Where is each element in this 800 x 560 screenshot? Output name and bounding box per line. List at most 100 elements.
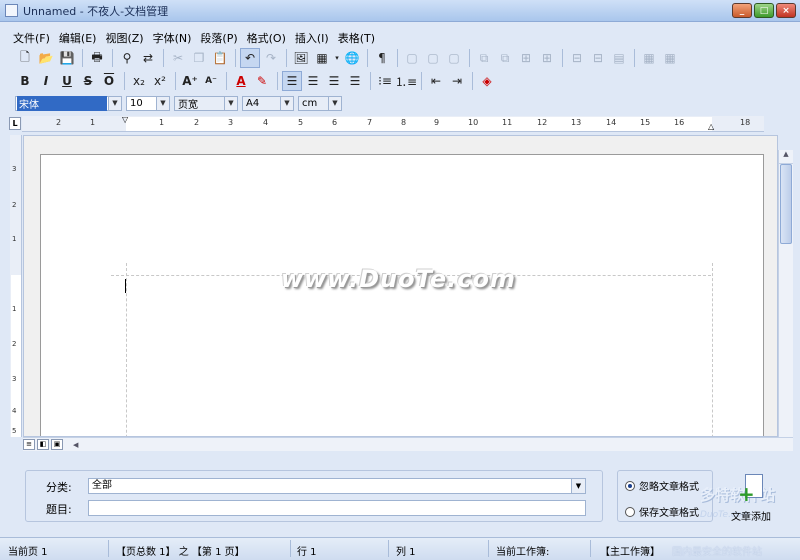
ruler-tick: 1 bbox=[90, 118, 96, 127]
paste-clipboard-icon[interactable]: 📋 bbox=[210, 48, 230, 68]
decrease-indent-icon[interactable]: ⇤ bbox=[426, 71, 446, 91]
vertical-scrollbar[interactable]: ▲ bbox=[778, 150, 793, 437]
minimize-button[interactable]: _ bbox=[732, 3, 752, 18]
align-justify-icon[interactable]: ☰ bbox=[345, 71, 365, 91]
save-disk-icon[interactable]: 💾 bbox=[57, 48, 77, 68]
overline-icon[interactable]: O bbox=[99, 71, 119, 91]
horizontal-scrollbar[interactable]: ≡ ◧ ▣ ◀ bbox=[23, 437, 793, 451]
table-split-icon[interactable]: ⧉ bbox=[495, 48, 515, 68]
document-page[interactable]: www.DuoTe.com bbox=[40, 154, 764, 436]
strikethrough-icon[interactable]: S bbox=[78, 71, 98, 91]
category-select[interactable]: 全部 ▼ bbox=[88, 478, 586, 494]
underline-icon[interactable]: U bbox=[57, 71, 77, 91]
menu-paragraph[interactable]: 段落(P) bbox=[200, 30, 237, 46]
menu-edit[interactable]: 编辑(E) bbox=[59, 30, 97, 46]
font-name-select[interactable]: 宋体 ▼ bbox=[15, 95, 122, 111]
normal-view-icon[interactable]: ≡ bbox=[23, 439, 35, 450]
numbered-list-icon[interactable]: ⒈≡ bbox=[395, 71, 417, 91]
app-icon bbox=[5, 4, 18, 17]
redo-icon[interactable]: ↷ bbox=[261, 48, 281, 68]
zoom-select[interactable]: 页宽 ▼ bbox=[174, 95, 238, 111]
table-properties-icon[interactable]: ▤ bbox=[609, 48, 629, 68]
category-label: 分类: bbox=[46, 481, 72, 494]
bold-icon[interactable]: B bbox=[15, 71, 35, 91]
grow-font-icon[interactable]: A⁺ bbox=[180, 71, 200, 91]
table-cell-icon[interactable]: ▢ bbox=[444, 48, 464, 68]
scroll-up-icon[interactable]: ▲ bbox=[779, 150, 793, 164]
highlight-pen-icon[interactable]: ✎ bbox=[252, 71, 272, 91]
document-area[interactable]: www.DuoTe.com bbox=[23, 135, 778, 437]
toolbar-separator bbox=[82, 49, 83, 67]
chevron-down-icon[interactable]: ▼ bbox=[328, 96, 341, 110]
paragraph-mark-icon[interactable]: ¶ bbox=[372, 48, 392, 68]
tab-stop-selector[interactable]: L bbox=[9, 117, 21, 130]
find-binoculars-icon[interactable]: ⚲ bbox=[117, 48, 137, 68]
right-indent-marker-icon[interactable]: △ bbox=[708, 122, 714, 131]
chevron-down-icon[interactable]: ▼ bbox=[108, 96, 121, 110]
table-cell-icon[interactable]: ▢ bbox=[402, 48, 422, 68]
menu-view[interactable]: 视图(Z) bbox=[105, 30, 143, 46]
font-size-select[interactable]: 10 ▼ bbox=[126, 95, 170, 111]
table-cell-icon[interactable]: ▢ bbox=[423, 48, 443, 68]
superscript-icon[interactable]: x² bbox=[150, 71, 170, 91]
print-icon[interactable]: 🖶 bbox=[87, 48, 107, 68]
title-input[interactable] bbox=[88, 500, 586, 516]
title-bar: Unnamed - 不夜人-文档管理 _ □ × bbox=[0, 0, 800, 22]
scroll-thumb[interactable] bbox=[780, 164, 792, 244]
menu-table[interactable]: 表格(T) bbox=[338, 30, 375, 46]
fill-color-bucket-icon[interactable]: ◈ bbox=[477, 71, 497, 91]
save-format-option[interactable]: 保存文章格式 bbox=[625, 504, 699, 519]
subscript-icon[interactable]: x₂ bbox=[129, 71, 149, 91]
menu-insert[interactable]: 插入(I) bbox=[295, 30, 329, 46]
table-delete-col-icon[interactable]: ⊟ bbox=[588, 48, 608, 68]
chevron-down-icon[interactable]: ▼ bbox=[571, 479, 585, 493]
page-view-icon[interactable]: ▣ bbox=[51, 439, 63, 450]
undo-icon[interactable]: ↶ bbox=[240, 48, 260, 68]
table-dropdown-icon[interactable]: ▾ bbox=[333, 48, 341, 68]
table-grid-icon[interactable]: ▦ bbox=[639, 48, 659, 68]
font-size-value: 10 bbox=[130, 97, 143, 109]
open-folder-icon[interactable]: 📂 bbox=[36, 48, 56, 68]
insert-image-icon[interactable]: 🖼 bbox=[291, 48, 311, 68]
horizontal-ruler[interactable]: 2 1 1 2 3 4 5 6 7 8 9 10 11 12 13 14 15 … bbox=[22, 115, 764, 132]
cut-scissors-icon[interactable]: ✂ bbox=[168, 48, 188, 68]
ignore-format-option[interactable]: 忽略文章格式 bbox=[625, 478, 699, 493]
indent-marker-icon[interactable]: ▽ bbox=[122, 115, 128, 124]
menu-file[interactable]: 文件(F) bbox=[13, 30, 50, 46]
align-left-icon[interactable]: ☰ bbox=[282, 71, 302, 91]
italic-icon[interactable]: I bbox=[36, 71, 56, 91]
table-insert-col-icon[interactable]: ⊞ bbox=[537, 48, 557, 68]
shrink-font-icon[interactable]: A⁻ bbox=[201, 71, 221, 91]
chevron-down-icon[interactable]: ▼ bbox=[280, 96, 293, 110]
vertical-ruler[interactable]: 3 2 1 1 2 3 4 5 bbox=[10, 135, 22, 437]
maximize-button[interactable]: □ bbox=[754, 3, 774, 18]
replace-icon[interactable]: ⇄ bbox=[138, 48, 158, 68]
web-view-icon[interactable]: ◧ bbox=[37, 439, 49, 450]
close-button[interactable]: × bbox=[776, 3, 796, 18]
insert-hyperlink-globe-icon[interactable]: 🌐 bbox=[342, 48, 362, 68]
insert-table-icon[interactable]: ▦ bbox=[312, 48, 332, 68]
chevron-down-icon[interactable]: ▼ bbox=[156, 96, 169, 110]
menu-font[interactable]: 字体(N) bbox=[153, 30, 192, 46]
unit-select[interactable]: cm ▼ bbox=[298, 95, 342, 111]
align-center-icon[interactable]: ☰ bbox=[303, 71, 323, 91]
chevron-down-icon[interactable]: ▼ bbox=[224, 96, 237, 110]
table-merge-icon[interactable]: ⧉ bbox=[474, 48, 494, 68]
table-insert-row-icon[interactable]: ⊞ bbox=[516, 48, 536, 68]
paper-size-select[interactable]: A4 ▼ bbox=[242, 95, 294, 111]
radio-button[interactable] bbox=[625, 480, 635, 491]
menu-format[interactable]: 格式(O) bbox=[247, 30, 286, 46]
increase-indent-icon[interactable]: ⇥ bbox=[447, 71, 467, 91]
table-delete-row-icon[interactable]: ⊟ bbox=[567, 48, 587, 68]
add-article-button[interactable]: + 文章添加 bbox=[725, 474, 777, 526]
status-workbook-value: 【主工作簿】 bbox=[600, 547, 660, 558]
bullet-list-icon[interactable]: ⁝≡ bbox=[375, 71, 395, 91]
radio-button[interactable] bbox=[625, 506, 635, 517]
align-right-icon[interactable]: ☰ bbox=[324, 71, 344, 91]
scroll-left-icon[interactable]: ◀ bbox=[73, 441, 78, 449]
new-document-icon[interactable]: 🗋 bbox=[15, 48, 35, 68]
ruler-tick: 2 bbox=[56, 118, 62, 127]
copy-icon[interactable]: ❐ bbox=[189, 48, 209, 68]
font-color-icon[interactable]: A bbox=[231, 71, 251, 91]
table-grid-icon[interactable]: ▦ bbox=[660, 48, 680, 68]
